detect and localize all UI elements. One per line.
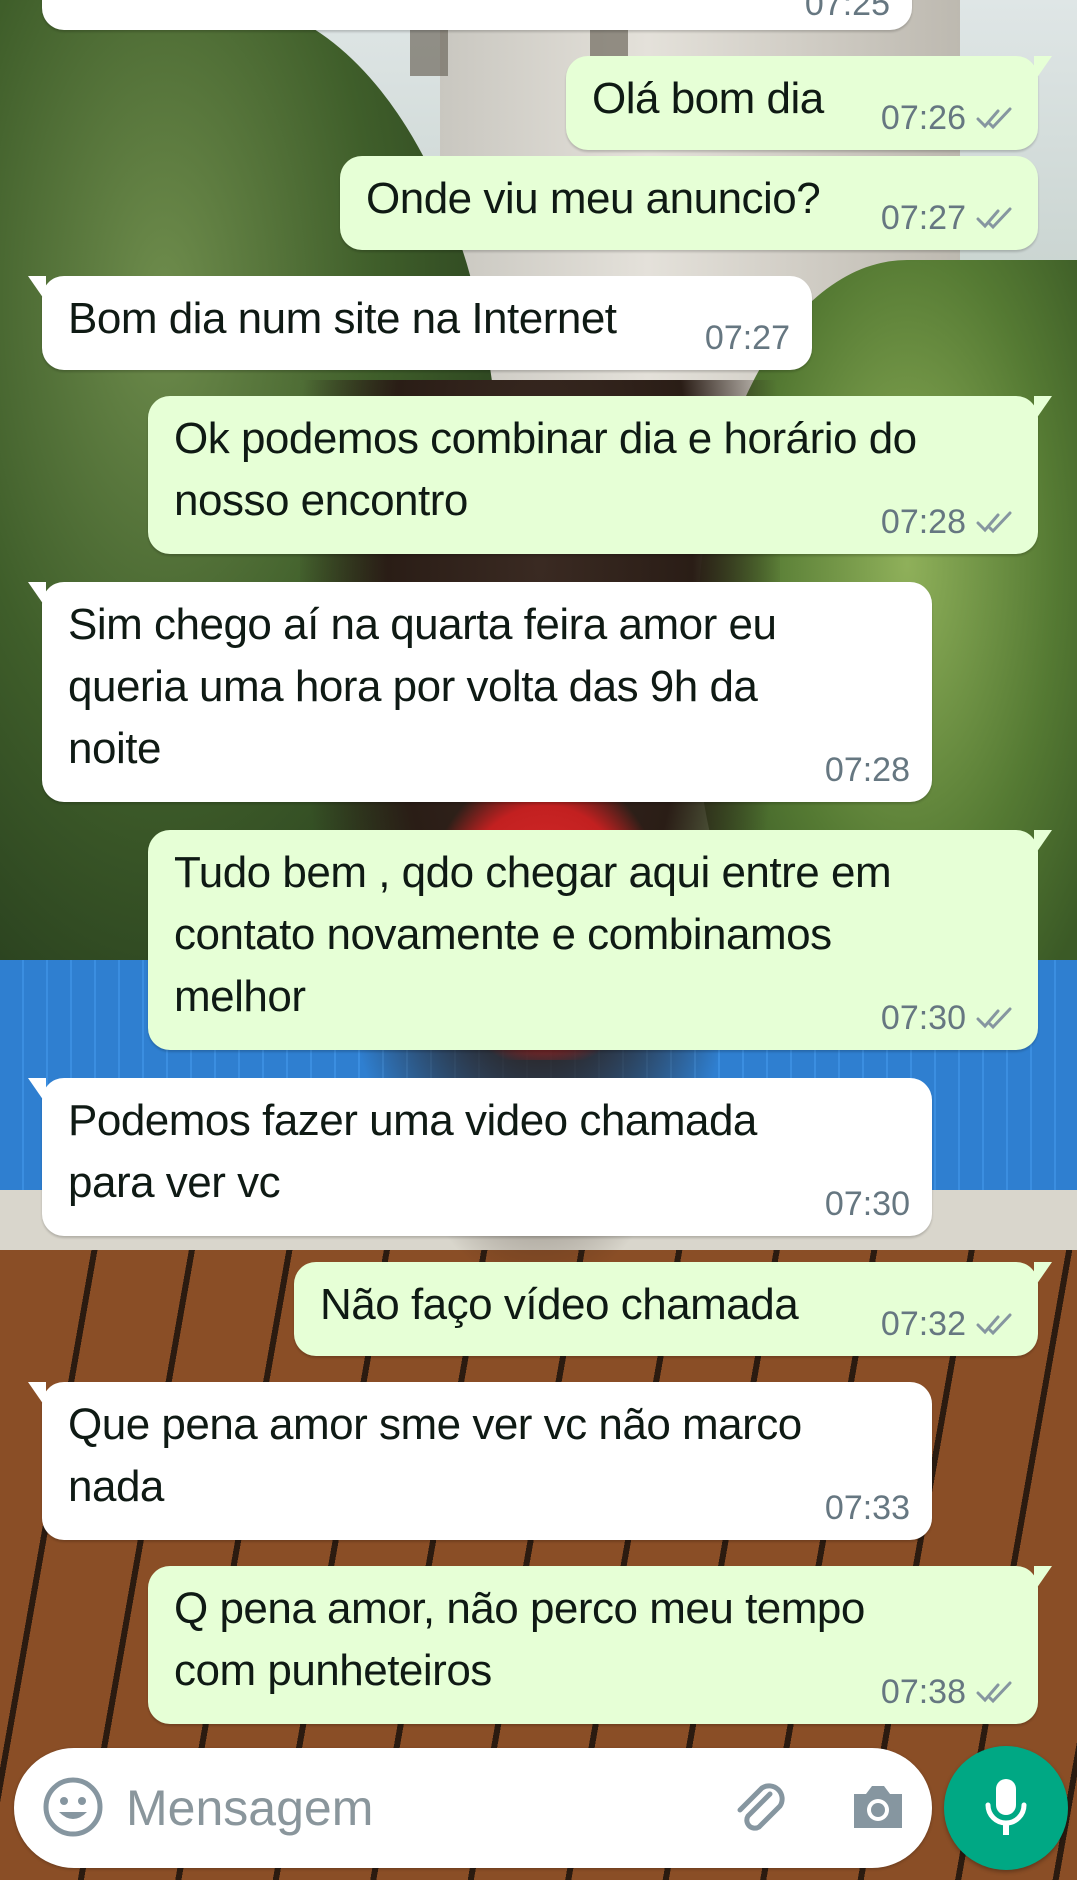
message-text: Que pena amor sme ver vc não marco nada xyxy=(68,1400,802,1511)
mic-icon xyxy=(985,1779,1027,1835)
camera-icon[interactable] xyxy=(848,1778,908,1836)
message-composer[interactable]: Mensagem xyxy=(14,1748,932,1868)
message-time: 07:28 xyxy=(880,503,966,541)
read-receipt-icon xyxy=(976,1007,1012,1030)
message-bubble-outgoing[interactable]: Tudo bem , qdo chegar aqui entre em cont… xyxy=(148,830,1052,1050)
message-bubble-outgoing[interactable]: Q pena amor, não perco meu tempo com pun… xyxy=(148,1566,1052,1724)
message-time: 07:33 xyxy=(824,1489,910,1527)
message-bubble-outgoing[interactable]: Onde viu meu anuncio? 07:27 xyxy=(340,156,1038,250)
attach-icon[interactable] xyxy=(726,1776,788,1838)
message-input[interactable]: Mensagem xyxy=(126,1776,373,1840)
read-receipt-icon xyxy=(976,1681,1012,1704)
message-time: 07:27 xyxy=(880,199,966,237)
read-receipt-icon xyxy=(976,207,1012,230)
message-time: 07:32 xyxy=(880,1305,966,1343)
message-bubble-incoming[interactable]: Podemos fazer uma video chamada para ver… xyxy=(28,1078,932,1236)
read-receipt-icon xyxy=(976,511,1012,534)
message-time: 07:28 xyxy=(824,751,910,789)
message-text: Bom dia num site na Internet xyxy=(68,294,617,343)
read-receipt-icon xyxy=(976,1313,1012,1336)
message-time: 07:26 xyxy=(880,99,966,137)
message-bubble-partial[interactable]: 07:25 xyxy=(42,0,912,30)
message-time: 07:27 xyxy=(704,319,790,357)
message-bubble-incoming[interactable]: Que pena amor sme ver vc não marco nada … xyxy=(28,1382,932,1540)
emoji-icon[interactable] xyxy=(42,1776,104,1838)
message-time: 07:30 xyxy=(880,999,966,1037)
message-bubble-outgoing[interactable]: Olá bom dia 07:26 xyxy=(566,56,1052,150)
message-text: Sim chego aí na quarta feira amor eu que… xyxy=(68,600,777,773)
message-bubble-outgoing[interactable]: Não faço vídeo chamada 07:32 xyxy=(294,1262,1052,1356)
message-bubble-incoming[interactable]: Sim chego aí na quarta feira amor eu que… xyxy=(28,582,932,802)
read-receipt-icon xyxy=(976,107,1012,130)
message-text: Podemos fazer uma video chamada para ver… xyxy=(68,1096,757,1207)
message-bubble-incoming[interactable]: Bom dia num site na Internet 07:27 xyxy=(28,276,812,370)
message-time: 07:30 xyxy=(824,1185,910,1223)
message-bubble-outgoing[interactable]: Ok podemos combinar dia e horário do nos… xyxy=(148,396,1052,554)
message-time: 07:25 xyxy=(804,0,890,23)
mic-button[interactable] xyxy=(944,1746,1068,1870)
message-time: 07:38 xyxy=(880,1673,966,1711)
